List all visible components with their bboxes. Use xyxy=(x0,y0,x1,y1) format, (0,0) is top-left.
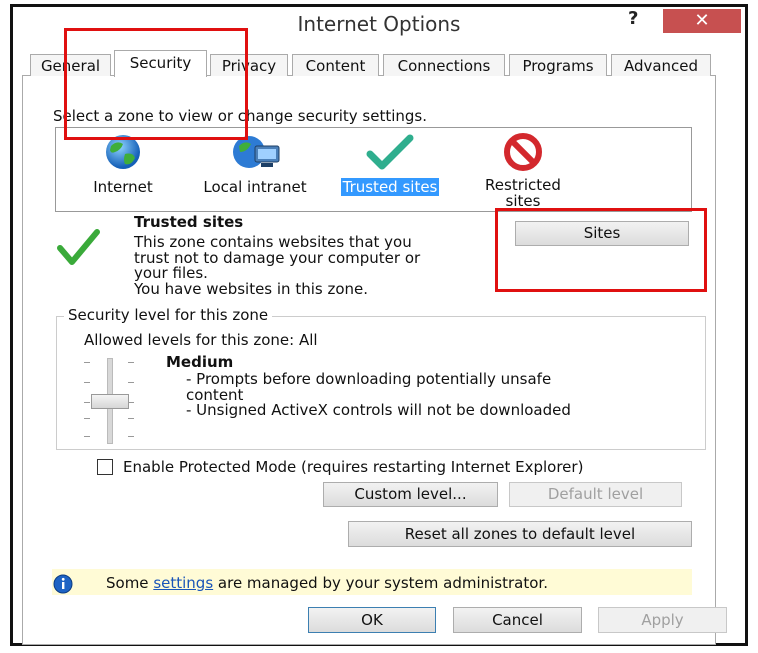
default-level-button[interactable]: Default level xyxy=(509,482,682,507)
allowed-levels-label: Allowed levels for this zone: All xyxy=(84,331,318,349)
annotation-highlight-sites-button xyxy=(495,208,707,292)
info-suffix: are managed by your system administrator… xyxy=(213,574,548,592)
close-button[interactable]: ✕ xyxy=(663,9,741,33)
settings-link[interactable]: settings xyxy=(153,574,213,592)
tab-security[interactable]: Security xyxy=(114,50,207,77)
apply-button[interactable]: Apply xyxy=(598,607,727,633)
protected-mode-checkbox[interactable] xyxy=(97,459,113,475)
custom-level-button[interactable]: Custom level... xyxy=(323,482,498,507)
level-name: Medium xyxy=(166,353,234,371)
reset-all-zones-button[interactable]: Reset all zones to default level xyxy=(348,521,692,547)
tab-programs[interactable]: Programs xyxy=(509,54,607,76)
admin-info-text: Some settings are managed by your system… xyxy=(106,574,548,592)
help-button[interactable]: ? xyxy=(628,8,638,29)
tab-connections[interactable]: Connections xyxy=(383,54,505,76)
zone-local-intranet[interactable]: Local intranet xyxy=(193,132,317,196)
checkmark-icon xyxy=(366,134,414,170)
level-desc-line: - Prompts before downloading potentially… xyxy=(186,370,552,388)
info-prefix: Some xyxy=(106,574,154,592)
info-icon xyxy=(53,574,73,594)
zone-title: Trusted sites xyxy=(134,213,244,231)
zone-restricted-sites[interactable]: Restricted sites xyxy=(470,132,576,209)
zone-desc-line: You have websites in this zone. xyxy=(134,279,369,298)
zone-description: This zone contains websites that you tru… xyxy=(134,234,420,298)
zone-local-intranet-label: Local intranet xyxy=(203,178,307,196)
zone-trusted-sites[interactable]: Trusted sites xyxy=(330,132,450,196)
cancel-button[interactable]: Cancel xyxy=(453,607,582,633)
zone-internet[interactable]: Internet xyxy=(80,132,166,196)
protected-mode-label: Enable Protected Mode (requires restarti… xyxy=(123,458,584,476)
restricted-icon xyxy=(504,133,542,171)
slider-thumb[interactable] xyxy=(91,394,129,409)
zone-restricted-sites-label: Restricted sites xyxy=(485,176,561,210)
annotation-highlight-security-tab xyxy=(64,28,248,140)
tab-advanced[interactable]: Advanced xyxy=(611,54,711,76)
security-level-legend: Security level for this zone xyxy=(64,306,273,324)
trusted-sites-checkmark-icon xyxy=(57,229,100,265)
level-description: - Prompts before downloading potentially… xyxy=(186,370,571,419)
zone-internet-label: Internet xyxy=(93,178,153,196)
ok-button[interactable]: OK xyxy=(308,607,436,633)
zone-trusted-sites-label: Trusted sites xyxy=(340,178,440,196)
level-desc-line: - Unsigned ActiveX controls will not be … xyxy=(186,401,571,419)
tab-content[interactable]: Content xyxy=(292,54,379,76)
security-level-slider[interactable] xyxy=(78,356,140,444)
